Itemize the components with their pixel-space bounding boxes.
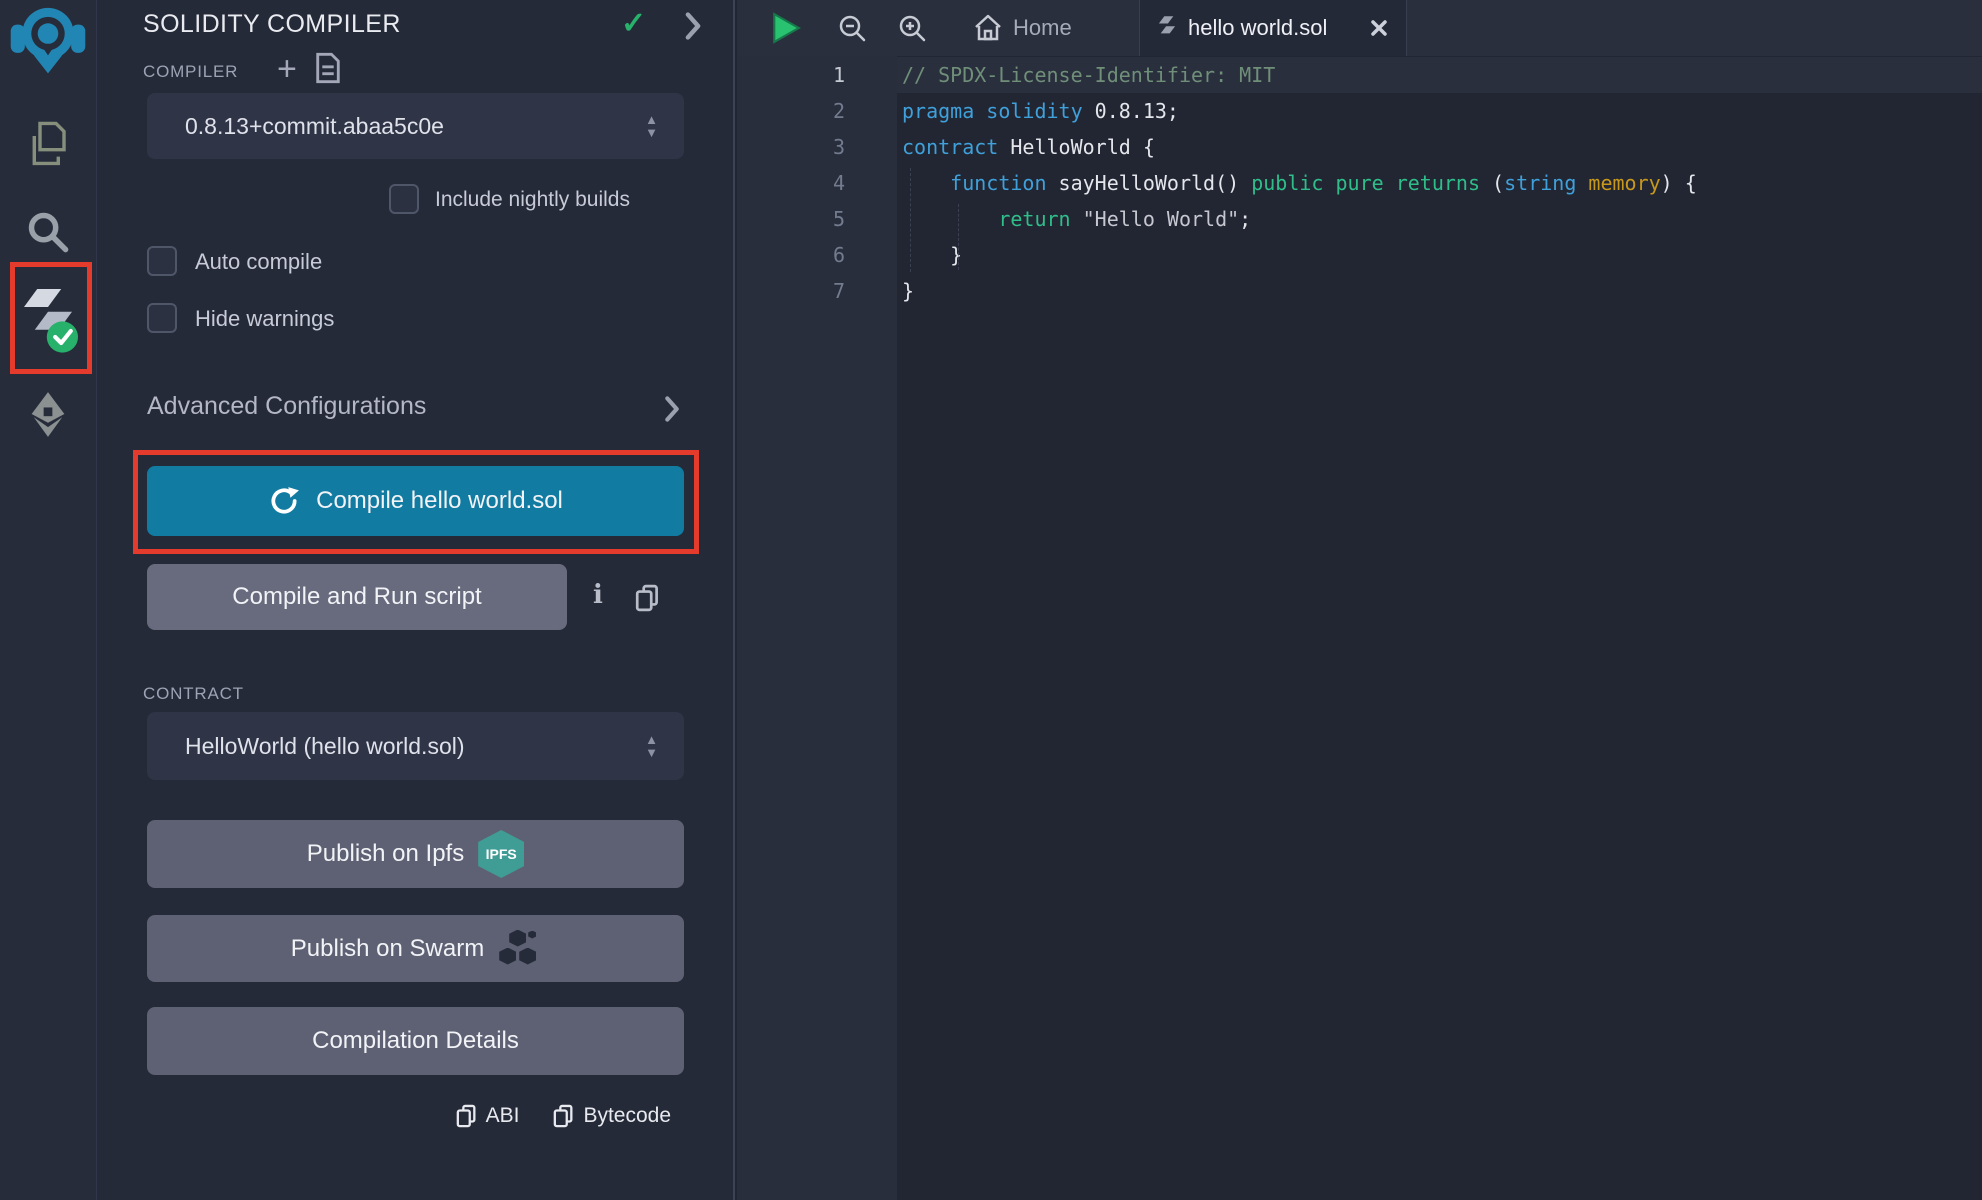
code-line: 5 return "Hello World"; xyxy=(737,201,1982,237)
code-line: 7 } xyxy=(737,273,1982,309)
copy-abi-button[interactable]: ABI xyxy=(456,1104,520,1128)
publish-swarm-label: Publish on Swarm xyxy=(291,935,484,963)
compiler-version-select[interactable]: 0.8.13+commit.abaa5c0e ▲ ▼ xyxy=(147,93,684,159)
code-line: 3 contract HelloWorld { xyxy=(737,129,1982,165)
publish-ipfs-button[interactable]: Publish on Ipfs IPFS xyxy=(147,820,684,888)
compile-and-run-button[interactable]: Compile and Run script xyxy=(147,564,567,630)
editor-area: Home hello world.sol 1 // SPDX-License-I… xyxy=(737,0,1982,1200)
chevron-right-icon[interactable] xyxy=(663,396,681,422)
include-nightly-checkbox[interactable] xyxy=(389,184,419,214)
compiler-icon-highlight-box xyxy=(10,262,92,374)
tab-hello-world-sol[interactable]: hello world.sol xyxy=(1139,0,1407,56)
abi-bytecode-row: ABI Bytecode xyxy=(456,1104,671,1128)
include-nightly-label: Include nightly builds xyxy=(435,188,630,212)
line-number: 6 xyxy=(737,237,845,273)
icon-sidebar xyxy=(0,0,97,1200)
bytecode-label: Bytecode xyxy=(583,1104,671,1128)
zoom-in-icon xyxy=(897,13,927,43)
remix-logo-icon xyxy=(9,4,87,76)
select-arrows-icon: ▲ ▼ xyxy=(645,735,658,758)
line-number: 7 xyxy=(737,273,845,309)
compiler-section-label: COMPILER xyxy=(143,62,238,82)
tab-home[interactable]: Home xyxy=(959,0,1086,56)
tab-label: hello world.sol xyxy=(1188,15,1358,41)
panel-title: SOLIDITY COMPILER xyxy=(143,10,401,39)
search-icon[interactable] xyxy=(0,210,96,254)
copy-bytecode-button[interactable]: Bytecode xyxy=(553,1104,671,1128)
script-file-icon[interactable] xyxy=(315,52,341,84)
indent-guide xyxy=(910,168,911,272)
remix-ide: SOLIDITY COMPILER ✓ COMPILER + 0.8.13+co… xyxy=(0,0,1982,1200)
auto-compile-label: Auto compile xyxy=(195,249,322,275)
copy-icon[interactable] xyxy=(635,584,661,612)
compiler-version-value: 0.8.13+commit.abaa5c0e xyxy=(185,113,645,140)
hide-warnings-checkbox[interactable] xyxy=(147,303,177,333)
code-editor[interactable]: 1 // SPDX-License-Identifier: MIT 2 prag… xyxy=(737,57,1982,309)
info-icon[interactable]: i xyxy=(593,580,603,610)
plus-icon[interactable]: + xyxy=(277,50,297,89)
line-number: 1 xyxy=(737,57,845,93)
zoom-out-button[interactable] xyxy=(837,0,867,56)
contract-select-value: HelloWorld (hello world.sol) xyxy=(185,733,645,760)
play-icon xyxy=(771,12,801,44)
indent-guide xyxy=(958,204,959,270)
hide-warnings-label: Hide warnings xyxy=(195,306,334,332)
solidity-compiler-panel: SOLIDITY COMPILER ✓ COMPILER + 0.8.13+co… xyxy=(97,0,735,1200)
check-icon: ✓ xyxy=(621,6,646,41)
select-arrows-icon: ▲ ▼ xyxy=(645,115,658,138)
code-line: 1 // SPDX-License-Identifier: MIT xyxy=(737,57,1982,93)
zoom-in-button[interactable] xyxy=(897,0,927,56)
compilation-details-label: Compilation Details xyxy=(312,1027,519,1055)
tab-home-label: Home xyxy=(1013,15,1072,41)
code-line: 6 } xyxy=(737,237,1982,273)
publish-ipfs-label: Publish on Ipfs xyxy=(307,840,464,868)
contract-select[interactable]: HelloWorld (hello world.sol) ▲ ▼ xyxy=(147,712,684,780)
auto-compile-checkbox[interactable] xyxy=(147,246,177,276)
publish-swarm-button[interactable]: Publish on Swarm xyxy=(147,915,684,982)
code-line: 2 pragma solidity 0.8.13; xyxy=(737,93,1982,129)
editor-tabbar: Home hello world.sol xyxy=(737,0,1982,56)
ipfs-icon: IPFS xyxy=(478,830,524,878)
deploy-run-icon[interactable] xyxy=(0,390,96,438)
advanced-configurations-toggle[interactable]: Advanced Configurations xyxy=(147,392,426,421)
home-icon xyxy=(973,13,1003,43)
swarm-icon xyxy=(498,930,540,968)
abi-label: ABI xyxy=(486,1104,520,1128)
close-icon[interactable] xyxy=(1370,19,1388,37)
copy-icon xyxy=(456,1104,478,1128)
zoom-out-icon xyxy=(837,13,867,43)
code-line: 4 function sayHelloWorld() public pure r… xyxy=(737,165,1982,201)
chevron-right-icon[interactable] xyxy=(683,12,703,45)
run-script-play-button[interactable] xyxy=(771,0,801,56)
line-number: 2 xyxy=(737,93,845,129)
line-number: 5 xyxy=(737,201,845,237)
compile-button-highlight-box xyxy=(133,450,699,554)
contract-section-label: CONTRACT xyxy=(143,684,244,704)
line-number: 4 xyxy=(737,165,845,201)
line-number: 3 xyxy=(737,129,845,165)
compilation-details-button[interactable]: Compilation Details xyxy=(147,1007,684,1075)
file-explorer-icon[interactable] xyxy=(0,120,96,168)
remix-logo[interactable] xyxy=(0,4,96,76)
solidity-file-icon xyxy=(1158,15,1176,41)
compile-and-run-label: Compile and Run script xyxy=(232,583,481,611)
copy-icon xyxy=(553,1104,575,1128)
